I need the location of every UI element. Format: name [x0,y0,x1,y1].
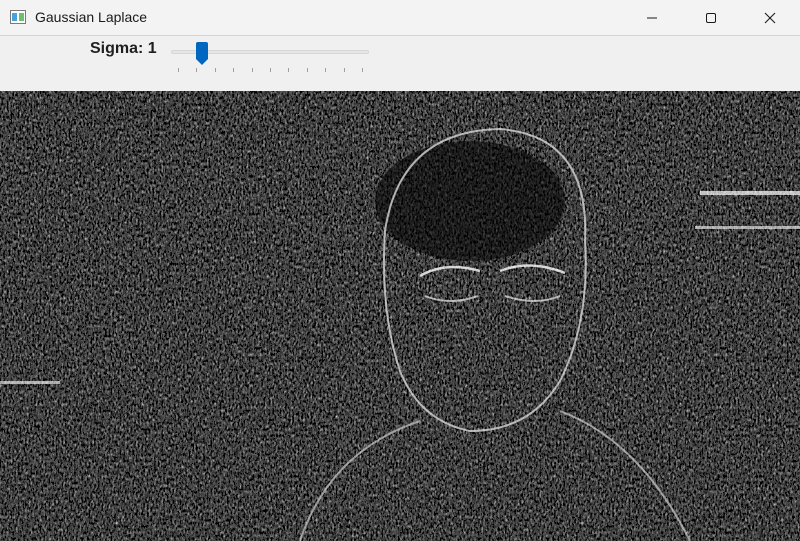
maximize-button[interactable] [681,0,740,35]
window-title: Gaussian Laplace [35,9,148,25]
edge-filtered-image [0,91,800,541]
slider-tick [343,68,345,72]
minimize-button[interactable] [622,0,681,35]
slider-tick [288,68,290,72]
close-icon [764,12,776,23]
slider-tick [362,68,363,72]
slider-tick [178,68,179,72]
slider-tick [270,68,271,72]
app-window-icon [10,10,26,24]
slider-tick [196,68,198,72]
slider-tick [251,68,253,72]
sigma-slider-thumb[interactable] [195,42,209,66]
slider-tick [214,68,216,72]
minimize-icon [646,17,657,18]
sigma-label: Sigma: 1 [90,40,157,57]
slider-tick [306,68,308,72]
trackbar-panel: Sigma: 1 [0,36,800,91]
close-button[interactable] [740,0,800,35]
slider-tick [325,68,327,72]
title-bar: Gaussian Laplace [0,0,800,36]
filtered-image [0,91,800,541]
slider-tick [233,68,235,72]
maximize-icon [705,12,716,23]
